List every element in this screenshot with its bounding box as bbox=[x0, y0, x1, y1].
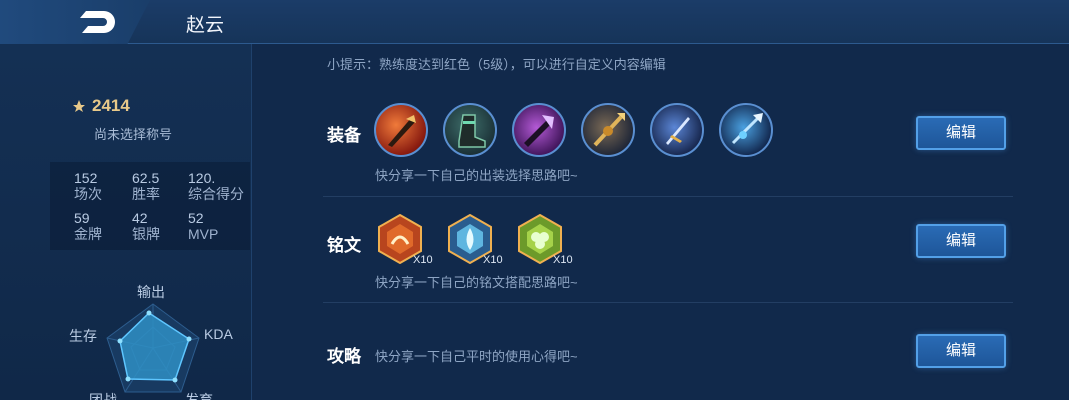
stat-gold: 59 金牌 bbox=[74, 210, 102, 242]
stat-value: 52 bbox=[188, 210, 204, 226]
stat-matches: 152 场次 bbox=[74, 170, 102, 202]
stat-value: 62.5 bbox=[132, 170, 160, 186]
strategy-hint: 快分享一下自己平时的使用心得吧~ bbox=[375, 349, 578, 364]
boots-item-icon[interactable] bbox=[443, 103, 497, 157]
stat-label: 综合得分 bbox=[188, 186, 244, 202]
ability-radar-chart bbox=[106, 303, 200, 393]
ice-spear-item-icon[interactable] bbox=[719, 103, 773, 157]
stat-value: 59 bbox=[74, 210, 90, 226]
main-content: 小提示：熟练度达到红色（5级），可以进行自定义内容编辑 装备 快分享一下自己的出… bbox=[253, 44, 1069, 400]
stat-value: 120. bbox=[188, 170, 216, 186]
red-sword-item-icon[interactable] bbox=[374, 103, 428, 157]
stats-grid: 152 场次 62.5 胜率 120. 综合得分 59 金牌 42 银牌 52 … bbox=[50, 162, 250, 250]
green-rune-count: X10 bbox=[553, 254, 573, 266]
stat-value: 152 bbox=[74, 170, 98, 186]
stat-label: MVP bbox=[188, 226, 219, 242]
radar-label-kda: KDA bbox=[204, 326, 233, 342]
profile-panel: 2414 尚未选择称号 152 场次 62.5 胜率 120. 综合得分 59 … bbox=[0, 44, 252, 400]
stat-overall-score: 120. 综合得分 bbox=[188, 170, 244, 202]
blue-rune-count: X10 bbox=[483, 254, 503, 266]
stat-silver: 42 银牌 bbox=[132, 210, 160, 242]
tip-text: 小提示：熟练度达到红色（5级），可以进行自定义内容编辑 bbox=[327, 57, 666, 72]
section-divider bbox=[323, 196, 1013, 197]
back-arrow-icon bbox=[80, 11, 115, 33]
stat-mvp: 52 MVP bbox=[188, 210, 218, 242]
top-bar: 赵云 bbox=[0, 0, 1069, 44]
edit-inscription-button[interactable]: 编辑 bbox=[916, 224, 1006, 258]
title-status: 尚未选择称号 bbox=[94, 127, 173, 142]
inscription-title: 铭文 bbox=[327, 236, 361, 255]
stat-winrate: 62.5 胜率 bbox=[132, 170, 160, 202]
edit-equipment-button[interactable]: 编辑 bbox=[916, 116, 1006, 150]
stat-label: 银牌 bbox=[132, 226, 160, 242]
proficiency-icon bbox=[73, 100, 85, 112]
strategy-title: 攻略 bbox=[327, 347, 361, 366]
proficiency-score: 2414 bbox=[72, 96, 130, 116]
radar-label-survival: 生存 bbox=[69, 328, 97, 344]
inscription-hint: 快分享一下自己的铭文搭配思路吧~ bbox=[375, 275, 578, 290]
stat-label: 胜率 bbox=[132, 186, 160, 202]
equipment-title: 装备 bbox=[327, 126, 361, 145]
equipment-hint: 快分享一下自己的出装选择思路吧~ bbox=[375, 168, 578, 183]
red-rune-count: X10 bbox=[413, 254, 433, 266]
section-divider bbox=[323, 302, 1013, 303]
hero-name: 赵云 bbox=[186, 14, 225, 36]
stat-value: 42 bbox=[132, 210, 148, 226]
golden-spear-item-icon[interactable] bbox=[581, 103, 635, 157]
stat-label: 场次 bbox=[74, 186, 102, 202]
score-value: 2414 bbox=[92, 96, 130, 115]
stat-label: 金牌 bbox=[74, 226, 102, 242]
edit-strategy-button[interactable]: 编辑 bbox=[916, 334, 1006, 368]
purple-axe-item-icon[interactable] bbox=[512, 103, 566, 157]
back-button[interactable] bbox=[0, 0, 150, 44]
radar-label-output: 输出 bbox=[137, 284, 165, 300]
blue-blade-item-icon[interactable] bbox=[650, 103, 704, 157]
